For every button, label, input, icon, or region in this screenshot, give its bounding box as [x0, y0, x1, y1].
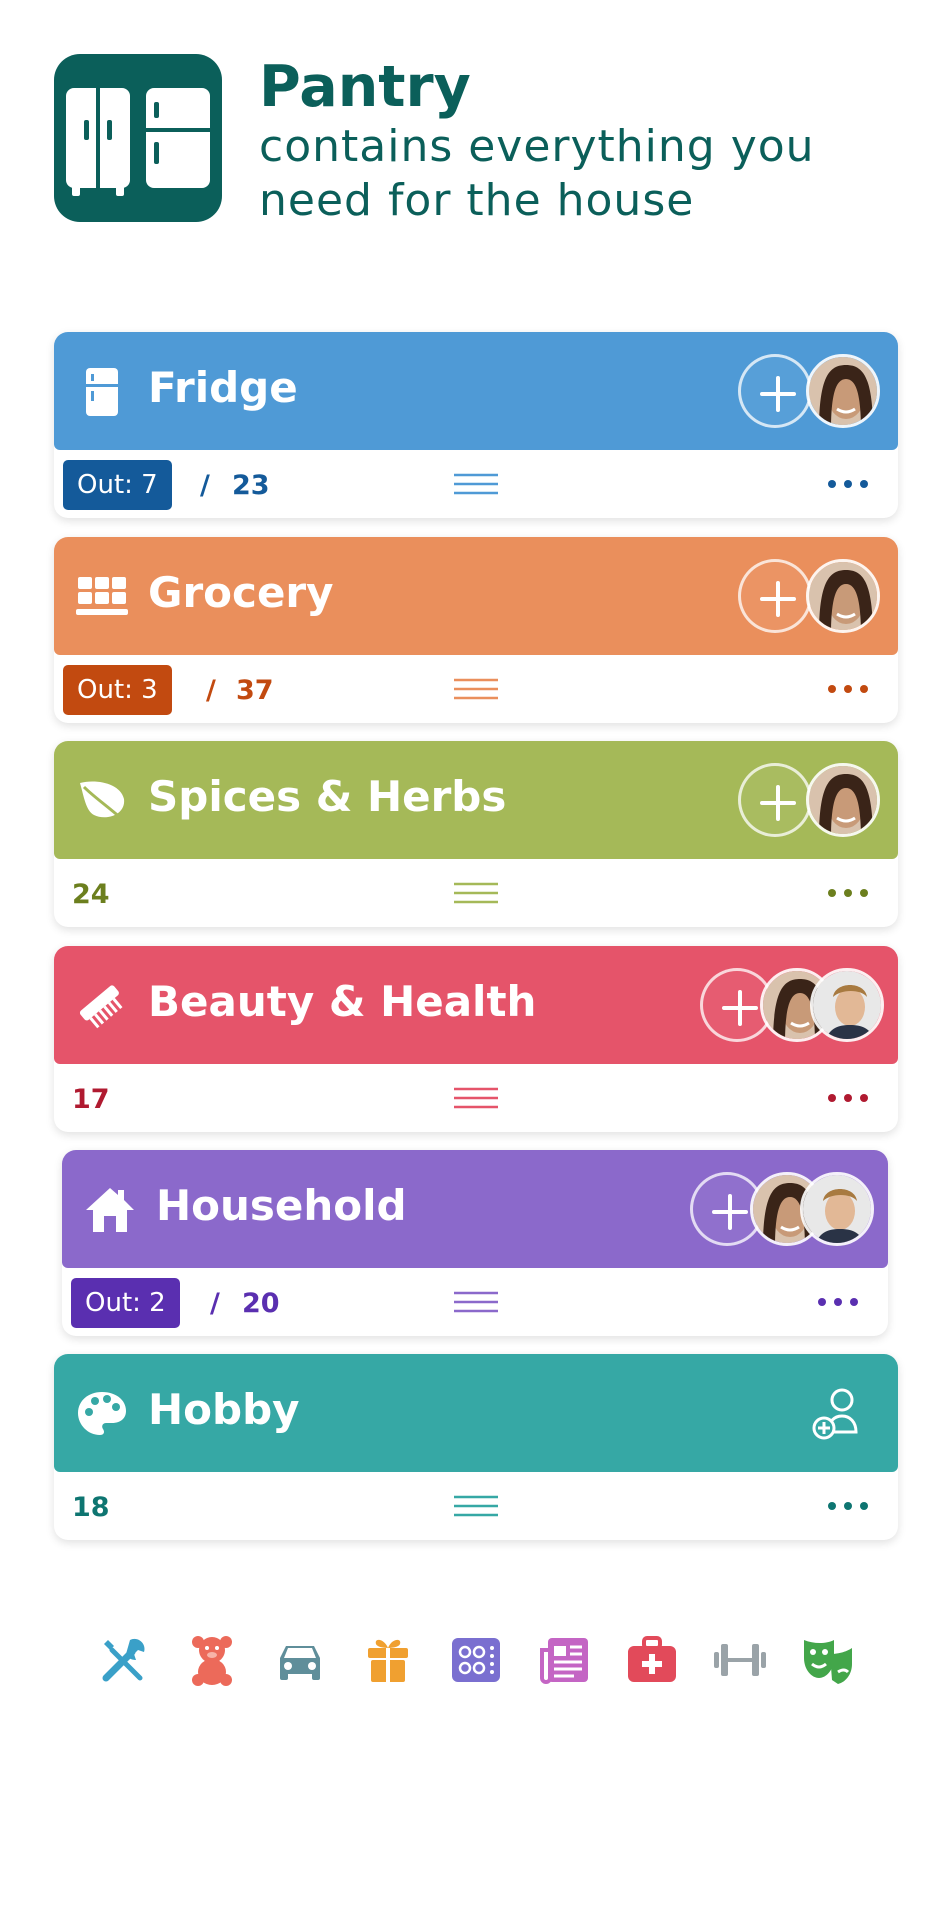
more-options-icon[interactable] [826, 883, 870, 903]
card-title: Spices & Herbs [148, 772, 507, 821]
card-header[interactable]: Grocery [54, 537, 898, 655]
add-user-icon[interactable] [810, 1384, 868, 1442]
car-icon[interactable] [272, 1632, 328, 1688]
item-count: 18 [72, 1492, 110, 1523]
card-title: Fridge [148, 363, 298, 412]
separator: / [210, 1288, 220, 1319]
card-title: Hobby [148, 1385, 300, 1434]
list-card-grocery[interactable]: Grocery Out: 3 / 37 [54, 537, 898, 723]
drag-handle-icon[interactable] [452, 881, 500, 905]
out-of-stock-badge[interactable]: Out: 3 [63, 665, 172, 715]
more-options-icon[interactable] [826, 679, 870, 699]
card-header[interactable]: Household [62, 1150, 888, 1268]
app-header: Pantry contains everything you need for … [54, 54, 914, 226]
newspaper-icon[interactable] [536, 1632, 592, 1688]
new-category-row [96, 1632, 856, 1692]
teddy-bear-icon[interactable] [184, 1632, 240, 1688]
total-count: 20 [242, 1288, 280, 1319]
card-footer: Out: 7 / 23 [54, 450, 898, 518]
list-card-spices-herbs[interactable]: Spices & Herbs 24 [54, 741, 898, 927]
avatar [810, 968, 884, 1042]
tools-icon[interactable] [96, 1632, 152, 1688]
avatar [800, 1172, 874, 1246]
drag-handle-icon[interactable] [452, 1290, 500, 1314]
comb-icon [79, 985, 123, 1029]
drag-handle-icon[interactable] [452, 1086, 500, 1110]
drag-handle-icon[interactable] [452, 677, 500, 701]
fridge-icon [86, 368, 118, 416]
more-options-icon[interactable] [826, 1088, 870, 1108]
theater-masks-icon[interactable] [800, 1632, 856, 1688]
out-of-stock-badge[interactable]: Out: 2 [71, 1278, 180, 1328]
page-subtitle: contains everything you need for the hou… [259, 121, 815, 226]
card-header[interactable]: Hobby [54, 1354, 898, 1472]
card-header[interactable]: Fridge [54, 332, 898, 450]
add-member-button[interactable] [738, 354, 812, 428]
avatar [806, 763, 880, 837]
list-card-household[interactable]: Household Out: 2 / 20 [62, 1150, 888, 1336]
palette-icon [78, 1392, 126, 1435]
stove-icon[interactable] [448, 1632, 504, 1688]
total-count: 37 [236, 675, 274, 706]
leaf-icon [80, 781, 125, 821]
house-icon [86, 1188, 134, 1232]
first-aid-icon[interactable] [624, 1632, 680, 1688]
card-footer: Out: 2 / 20 [62, 1268, 888, 1336]
card-title: Grocery [148, 568, 334, 617]
card-footer: 24 [54, 859, 898, 927]
card-footer: Out: 3 / 37 [54, 655, 898, 723]
avatar [806, 559, 880, 633]
card-footer: 17 [54, 1064, 898, 1132]
separator: / [200, 470, 210, 501]
add-member-button[interactable] [738, 763, 812, 837]
card-header[interactable]: Beauty & Health [54, 946, 898, 1064]
list-card-beauty-health[interactable]: Beauty & Health 17 [54, 946, 898, 1132]
more-options-icon[interactable] [826, 474, 870, 494]
list-card-fridge[interactable]: Fridge Out: 7 / 23 [54, 332, 898, 518]
total-count: 23 [232, 470, 270, 501]
card-title: Beauty & Health [148, 977, 537, 1026]
card-title: Household [156, 1181, 407, 1230]
add-member-button[interactable] [738, 559, 812, 633]
more-options-icon[interactable] [826, 1496, 870, 1516]
card-footer: 18 [54, 1472, 898, 1540]
separator: / [206, 675, 216, 706]
pantry-fridge-icon [54, 54, 222, 222]
more-options-icon[interactable] [816, 1292, 860, 1312]
item-count: 17 [72, 1084, 110, 1115]
gift-icon[interactable] [360, 1632, 416, 1688]
page-title: Pantry [259, 54, 471, 120]
list-card-hobby[interactable]: Hobby 18 [54, 1354, 898, 1540]
out-of-stock-badge[interactable]: Out: 7 [63, 460, 172, 510]
grocery-grid-icon [76, 577, 128, 615]
dumbbell-icon[interactable] [712, 1632, 768, 1688]
drag-handle-icon[interactable] [452, 1494, 500, 1518]
avatar [806, 354, 880, 428]
item-count: 24 [72, 879, 110, 910]
card-header[interactable]: Spices & Herbs [54, 741, 898, 859]
drag-handle-icon[interactable] [452, 472, 500, 496]
